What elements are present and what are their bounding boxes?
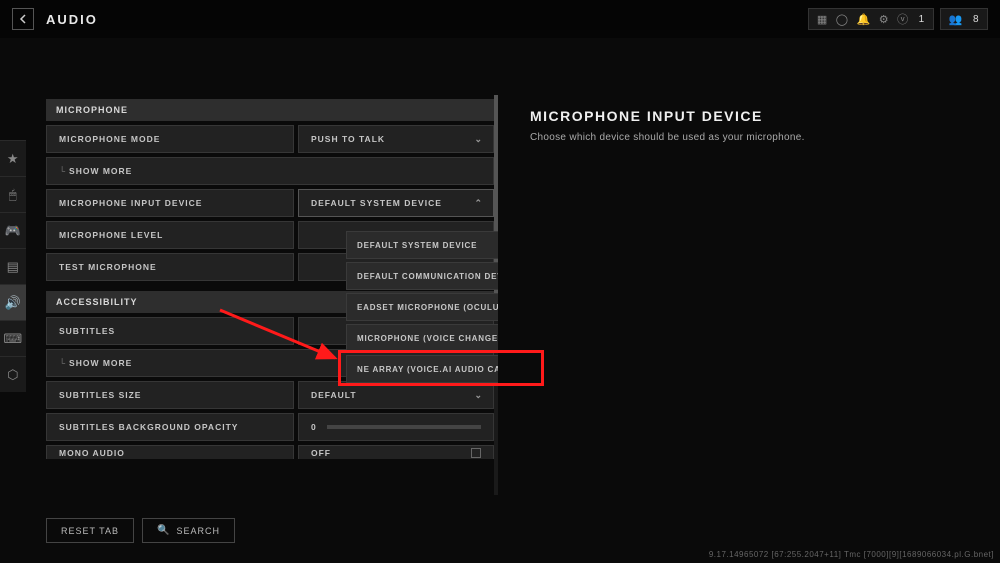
dd-option-2[interactable]: EADSET MICROPHONE (OCULUS VIR	[346, 293, 498, 321]
row-showmore1[interactable]: SHOW MORE	[46, 157, 494, 185]
rail-hex[interactable]: ⬡	[0, 356, 26, 392]
row-mono-label: MONO AUDIO	[46, 445, 294, 459]
row-subopacity-label: SUBTITLES BACKGROUND OPACITY	[46, 413, 294, 441]
rail-star[interactable]: ★	[0, 140, 26, 176]
input-device-text: DEFAULT SYSTEM DEVICE	[311, 198, 442, 208]
mono-text: OFF	[311, 448, 331, 458]
subopacity-text: 0	[311, 422, 317, 432]
section-microphone: MICROPHONE	[46, 99, 494, 121]
category-rail: ★ 🖱 🎮 ▤ 🔊 ⌨ ⬡	[0, 140, 26, 392]
info-panel: MICROPHONE INPUT DEVICE Choose which dev…	[530, 108, 950, 143]
row-subopacity-value[interactable]: 0	[298, 413, 494, 441]
row-mic-mode-value[interactable]: PUSH TO TALK ⌄	[298, 125, 494, 153]
bell-icon: 🔔	[857, 13, 871, 26]
opacity-slider-track	[327, 425, 481, 429]
row-mic-level-label: MICROPHONE LEVEL	[46, 221, 294, 249]
dd-option-4[interactable]: NE ARRAY (VOICE.AI AUDIO CABLE)	[346, 355, 498, 383]
grid-icon: ▦	[817, 13, 828, 26]
chevron-up-icon: ⌃	[474, 198, 483, 209]
row-input-device-value[interactable]: DEFAULT SYSTEM DEVICE ⌃	[298, 189, 494, 217]
rail-sliders[interactable]: ▤	[0, 248, 26, 284]
rail-gamepad[interactable]: 🎮	[0, 212, 26, 248]
subsize-text: DEFAULT	[311, 390, 357, 400]
build-info: 9.17.14965072 [67:255.2047+11] Tmc [7000…	[709, 550, 994, 559]
rail-keyboard[interactable]: ⌨	[0, 320, 26, 356]
dd-option-3[interactable]: MICROPHONE (VOICE CHANGER VIR	[346, 324, 498, 352]
headset-icon: ◯	[836, 13, 849, 26]
party-group[interactable]: 👥 8	[940, 8, 988, 30]
search-icon: 🔍	[157, 525, 170, 536]
party-count: 8	[973, 14, 979, 25]
page-title: AUDIO	[46, 12, 98, 27]
mic-mode-text: PUSH TO TALK	[311, 134, 385, 144]
search-button[interactable]: 🔍SEARCH	[142, 518, 235, 543]
row-mono-value[interactable]: OFF	[298, 445, 494, 459]
dd-option-0[interactable]: DEFAULT SYSTEM DEVICE✓	[346, 231, 498, 259]
row-mic-mode-label: MICROPHONE MODE	[46, 125, 294, 153]
notif-count: 1	[919, 14, 925, 25]
row-subtitles-label: SUBTITLES	[46, 317, 294, 345]
row-input-device-label: MICROPHONE INPUT DEVICE	[46, 189, 294, 217]
info-title: MICROPHONE INPUT DEVICE	[530, 108, 950, 124]
mono-checkbox[interactable]	[471, 448, 481, 458]
row-test-mic-label: TEST MICROPHONE	[46, 253, 294, 281]
row-subsize-label: SUBTITLES SIZE	[46, 381, 294, 409]
reset-tab-button[interactable]: RESET TAB	[46, 518, 134, 543]
settings-panel: MICROPHONE MICROPHONE MODE PUSH TO TALK …	[46, 95, 498, 515]
input-device-dropdown: DEFAULT SYSTEM DEVICE✓ DEFAULT COMMUNICA…	[346, 231, 498, 386]
chevron-down-icon: ⌄	[474, 390, 483, 401]
rail-audio[interactable]: 🔊	[0, 284, 26, 320]
gear-icon: ⚙	[879, 13, 889, 26]
info-description: Choose which device should be used as yo…	[530, 132, 950, 143]
chevron-up-circle-icon: ⓥ	[897, 11, 909, 27]
users-icon: 👥	[949, 13, 963, 26]
back-button[interactable]	[12, 8, 34, 30]
dd-option-1[interactable]: DEFAULT COMMUNICATION DEVICE	[346, 262, 498, 290]
top-status-group[interactable]: ▦ ◯ 🔔 ⚙ ⓥ 1	[808, 8, 934, 30]
rail-mouse[interactable]: 🖱	[0, 176, 26, 212]
chevron-down-icon: ⌄	[474, 134, 483, 145]
